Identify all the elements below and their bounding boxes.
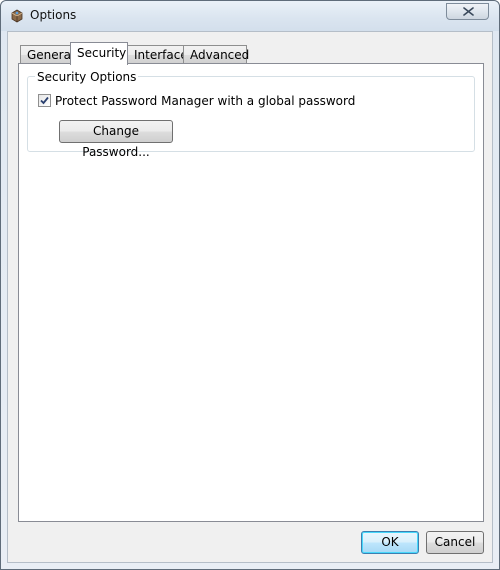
- protect-password-label[interactable]: Protect Password Manager with a global p…: [55, 94, 355, 108]
- checkmark-icon: [40, 96, 49, 105]
- tab-advanced[interactable]: Advanced: [183, 45, 249, 64]
- window-title: Options: [30, 8, 77, 22]
- group-title: Security Options: [35, 70, 139, 84]
- options-window: Options General Security Interface Advan…: [0, 0, 500, 570]
- ok-button[interactable]: OK: [361, 531, 419, 554]
- options-gear-icon: [9, 8, 25, 24]
- change-password-button[interactable]: Change Password...: [59, 120, 173, 159]
- tab-security[interactable]: Security: [70, 42, 128, 65]
- dialog-client-area: General Security Interface Advanced Secu…: [7, 31, 493, 563]
- protect-password-checkbox[interactable]: [38, 94, 51, 107]
- cancel-button[interactable]: Cancel: [426, 531, 484, 554]
- title-bar[interactable]: Options: [1, 1, 499, 31]
- close-button[interactable]: [446, 3, 489, 20]
- security-options-group: Security Options Protect Password Manage…: [27, 70, 475, 159]
- close-icon: [463, 7, 474, 16]
- security-tab-panel: Security Options Protect Password Manage…: [18, 63, 484, 522]
- tab-general[interactable]: General: [20, 45, 74, 64]
- tab-interface[interactable]: Interface: [127, 45, 188, 64]
